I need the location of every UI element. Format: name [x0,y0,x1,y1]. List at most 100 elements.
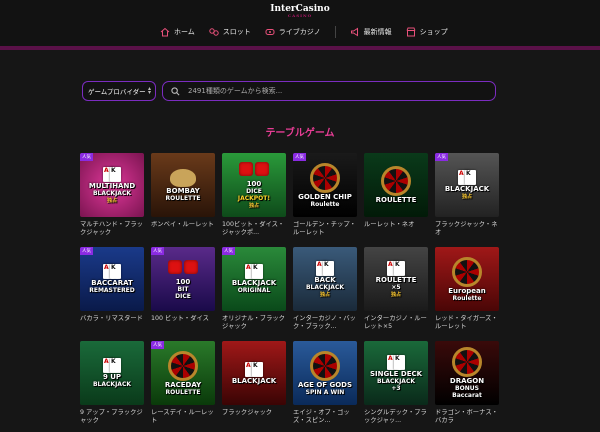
playing-cards-icon: AK [387,354,405,370]
nav-home[interactable]: ホーム [160,27,195,37]
game-title[interactable]: レッド・タイガーズ・ルーレット [435,315,499,333]
game-logo-text: BLACKJACK [444,185,490,193]
game-title[interactable]: 100 ビット・ダイス [151,315,215,333]
game-logo-text: European [448,286,486,295]
game-thumbnail[interactable]: 人気 A K BLACKJACK 独占 [435,153,499,217]
provider-select[interactable]: ゲームプロバイダー ▴ ▾ [82,81,156,101]
game-tile[interactable]: BOMBAY ROULETTE ボンベイ・ルーレット [151,153,215,239]
roulette-wheel-icon [310,350,340,381]
nav-shop[interactable]: ショップ [406,27,448,37]
game-title[interactable]: ゴールデン・チップ・ルーレット [293,221,357,239]
roulette-wheel-icon [452,256,482,287]
game-tile[interactable]: AGE OF GODS SPIN A WIN エイジ・オブ・ゴッズ・スピン... [293,341,357,427]
game-tile[interactable]: A K BACK BLACKJACK 独占インターカジノ・バック・ブラック... [293,247,357,333]
game-thumbnail[interactable]: A K BLACKJACK [222,341,286,405]
game-thumbnail[interactable]: 人気 RACEDAY ROULETTE [151,341,215,405]
playing-cards-icon: AK [103,166,121,182]
game-tile[interactable]: ROULETTE ルーレット・ネオ [364,153,428,239]
game-tile[interactable]: 人気 RACEDAY ROULETTE レースデイ・ルーレット [151,341,215,427]
game-title[interactable]: 100ビット・ダイス・ジャックポ... [222,221,286,239]
card-glyph: K [110,358,121,373]
game-logo-text: ROULETTE [165,388,201,396]
game-art: AGE OF GODS SPIN A WIN [293,341,357,405]
game-tile[interactable]: A K ROULETTE ×5 独占インターカジノ・ルーレット×5 [364,247,428,333]
game-thumbnail[interactable]: 人気 A K BLACKJACK ORIGINAL [222,247,286,311]
game-thumbnail[interactable]: 100 DICE JACKPOT! 独占 [222,153,286,217]
game-title[interactable]: インターカジノ・バック・ブラック... [293,315,357,333]
card-glyph: K [465,170,476,185]
shop-icon [406,27,416,37]
logo-subtext: CASINO [287,13,313,18]
game-title[interactable]: レースデイ・ルーレット [151,409,215,427]
game-thumbnail[interactable]: BOMBAY ROULETTE [151,153,215,217]
game-title[interactable]: 9 アップ・ブラックジャック [80,409,144,427]
game-title[interactable]: オリジナル・ブラックジャック [222,315,286,333]
game-thumbnail[interactable]: 人気 GOLDEN CHIP Roulette [293,153,357,217]
game-tile[interactable]: A K BLACKJACK ブラックジャック [222,341,286,427]
game-tile[interactable]: European Roulette レッド・タイガーズ・ルーレット [435,247,499,333]
game-art: A K BLACKJACK 独占 [435,153,499,217]
game-thumbnail[interactable]: European Roulette [435,247,499,311]
game-title[interactable]: エイジ・オブ・ゴッズ・スピン... [293,409,357,427]
game-thumbnail[interactable]: 人気 100 BIT DICE [151,247,215,311]
game-tile[interactable]: 人気 A K BLACKJACK 独占 ブラックジャック・ネオ [435,153,499,239]
game-thumbnail[interactable]: A K SINGLE DECK BLACKJACK +3 [364,341,428,405]
section-title: テーブルゲーム [265,128,335,139]
game-tile[interactable]: A K SINGLE DECK BLACKJACK +3 シングルデック・ブラックジャッ.… [364,341,428,427]
game-tile[interactable]: 人気 A K MULTIHAND BLACKJACK 独占マルチハンド・ブラックジャック [80,153,144,239]
die-shape [255,162,269,176]
game-thumbnail[interactable]: A K BACK BLACKJACK 独占 [293,247,357,311]
roulette-wheel-icon [310,162,340,193]
megaphone-icon [350,27,358,37]
nav-news[interactable]: 最新情報 [350,27,392,37]
game-logo-text: BLACKJACK [376,377,416,385]
game-tile[interactable]: 100 DICE JACKPOT! 独占 100ビット・ダイス・ジャックポ... [222,153,286,239]
game-thumbnail[interactable]: 人気 A K MULTIHAND BLACKJACK 独占 [80,153,144,217]
game-art: AK9 UP BLACKJACK [80,341,144,405]
game-title[interactable]: ブラックジャック [222,409,286,427]
game-title[interactable]: ブラックジャック・ネオ [435,221,499,239]
game-logo-text: ROULETTE [375,196,417,204]
game-logo-text: Baccarat [452,392,482,399]
game-thumbnail[interactable]: AK9 UP BLACKJACK [80,341,144,405]
game-logo-text: 独占 [461,194,472,200]
nav-live-casino[interactable]: ライブカジノ [265,27,321,37]
nav-slots[interactable]: スロット [209,27,251,37]
game-title[interactable]: ルーレット・ネオ [364,221,428,239]
game-logo-text: DRAGON [449,377,485,385]
game-tile[interactable]: 人気 GOLDEN CHIP Roulette ゴールデン・チップ・ルーレット [293,153,357,239]
game-title[interactable]: マルチハンド・ブラックジャック [80,221,144,239]
header-accent-line [0,46,600,50]
game-tile[interactable]: 人気 100 BIT DICE 100 ビット・ダイス [151,247,215,333]
game-tile[interactable]: 人気 A K BACCARAT REMASTERED バカラ・リマスタード [80,247,144,333]
search-box[interactable] [162,81,496,101]
game-thumbnail[interactable]: ROULETTE [364,153,428,217]
game-art: A K MULTIHAND BLACKJACK 独占 [80,153,144,217]
card-glyph: K [394,260,405,276]
game-thumbnail[interactable]: AGE OF GODS SPIN A WIN [293,341,357,405]
game-thumbnail[interactable]: 人気 A K BACCARAT REMASTERED [80,247,144,311]
game-tile[interactable]: DRAGON BONUS Baccarat ドラゴン・ボーナス・バカラ [435,341,499,427]
game-tile[interactable]: AK9 UP BLACKJACK 9 アップ・ブラックジャック [80,341,144,427]
game-title[interactable]: バカラ・リマスタード [80,315,144,333]
game-title[interactable]: ドラゴン・ボーナス・バカラ [435,409,499,427]
game-logo-text: MULTIHAND [88,181,136,190]
search-input[interactable] [188,87,488,95]
game-logo-text: ROULETTE [165,194,201,202]
site-logo[interactable]: InterCasino CASINO [0,4,600,18]
game-art: A K BLACKJACK [222,341,286,405]
provider-select-label: ゲームプロバイダー [88,88,146,96]
game-tile[interactable]: 人気 A K BLACKJACK ORIGINAL オリジナル・ブラックジャック [222,247,286,333]
playing-cards-icon: AK [103,264,121,279]
game-thumbnail[interactable]: A K ROULETTE ×5 独占 [364,247,428,311]
game-title[interactable]: インターカジノ・ルーレット×5 [364,315,428,333]
game-title[interactable]: ボンベイ・ルーレット [151,221,215,239]
game-thumbnail[interactable]: DRAGON BONUS Baccarat [435,341,499,405]
popular-badge: 人気 [151,247,164,255]
nav-slots-label: スロット [222,28,251,36]
game-title[interactable]: シングルデック・ブラックジャッ... [364,409,428,427]
game-art: 100 BIT DICE [151,247,215,311]
game-logo-text: 独占 [390,291,401,298]
die-shape [184,259,198,274]
game-logo-text: BLACKJACK [92,189,132,197]
